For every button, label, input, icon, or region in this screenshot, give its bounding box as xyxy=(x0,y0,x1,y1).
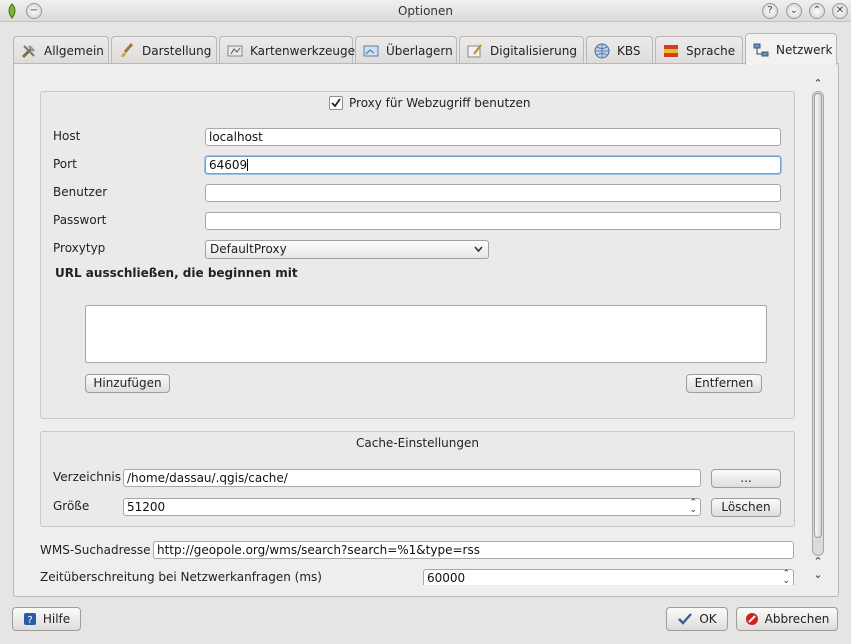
tab-netzwerk[interactable]: Netzwerk xyxy=(745,33,837,65)
cancel-button-label: Abbrechen xyxy=(764,612,830,626)
title-bar: − Optionen ? ⌄ ⌃ ✕ xyxy=(0,0,851,22)
port-input[interactable]: 64609 xyxy=(205,156,781,174)
password-label: Passwort xyxy=(53,213,107,227)
tab-label: Netzwerk xyxy=(776,42,833,57)
globe-icon xyxy=(594,43,610,58)
window-title: Optionen xyxy=(397,4,454,18)
minimize-button[interactable]: ⌄ xyxy=(786,3,802,19)
exclude-urls-list[interactable] xyxy=(85,305,767,363)
tab-allgemein[interactable]: Allgemein xyxy=(13,36,109,64)
ok-button[interactable]: OK xyxy=(666,607,728,631)
network-timeout-value: 60000 xyxy=(427,571,466,585)
proxy-enable-checkbox[interactable] xyxy=(329,96,343,110)
scroll-thumb[interactable] xyxy=(814,93,822,538)
spinner-arrows-icon[interactable]: ⌃ ⌄ xyxy=(689,499,697,515)
cache-dir-input[interactable]: /home/dassau/.qgis/cache/ xyxy=(123,469,701,487)
map-tools-icon xyxy=(227,45,243,56)
maximize-button[interactable]: ⌃ xyxy=(809,3,825,19)
tab-digitalisierung[interactable]: Digitalisierung xyxy=(459,36,584,64)
context-help-button[interactable]: ? xyxy=(762,3,778,19)
scroll-up-icon[interactable]: ⌃ xyxy=(809,77,827,91)
user-label: Benutzer xyxy=(53,185,108,199)
proxy-enable-label: Proxy für Webzugriff benutzen xyxy=(349,96,531,110)
cache-group: Cache-Einstellungen Verzeichnis /home/da… xyxy=(40,431,795,527)
chevron-down-icon xyxy=(474,246,483,253)
text-caret xyxy=(247,159,249,171)
tab-label: Kartenwerkzeuge xyxy=(250,43,356,58)
cache-dir-label: Verzeichnis xyxy=(53,470,122,484)
host-input[interactable]: localhost xyxy=(205,128,781,146)
network-timeout-spinbox[interactable]: 60000 ⌃ ⌄ xyxy=(423,569,794,585)
tab-darstellung[interactable]: Darstellung xyxy=(111,36,217,64)
tab-label: Darstellung xyxy=(142,43,212,58)
scroll-down-icon[interactable]: ⌄ xyxy=(809,568,827,582)
cache-size-label: Größe xyxy=(53,499,90,513)
help-button-label: Hilfe xyxy=(42,612,71,626)
wms-search-input[interactable]: http://geopole.org/wms/search?search=%1&… xyxy=(153,541,794,559)
cancel-button[interactable]: Abbrechen xyxy=(736,607,838,631)
tab-ueberlagern[interactable]: Überlagern xyxy=(355,36,457,64)
proxy-type-select[interactable]: DefaultProxy xyxy=(205,240,489,259)
proxy-type-label: Proxytyp xyxy=(53,241,106,255)
overlay-icon xyxy=(363,45,379,56)
tab-label: Allgemein xyxy=(44,43,104,58)
user-input[interactable] xyxy=(205,184,781,202)
svg-text:?: ? xyxy=(27,615,32,626)
network-timeout-label: Zeitüberschreitung bei Netzwerkanfragen … xyxy=(40,570,322,584)
ok-button-label: OK xyxy=(699,612,717,626)
scroll-up-icon[interactable]: ⌃ xyxy=(809,555,827,569)
digitize-icon xyxy=(467,43,482,57)
password-input[interactable] xyxy=(205,212,781,230)
browse-cache-dir-button[interactable]: ... xyxy=(711,469,781,488)
clear-cache-button[interactable]: Löschen xyxy=(711,498,781,517)
remove-url-button[interactable]: Entfernen xyxy=(686,374,762,393)
proxy-group: Proxy für Webzugriff benutzen Host local… xyxy=(40,91,795,419)
host-label: Host xyxy=(53,129,81,143)
tab-label: KBS xyxy=(617,43,641,58)
cache-size-spinbox[interactable]: 51200 ⌃ ⌄ xyxy=(123,498,701,516)
add-url-button[interactable]: Hinzufügen xyxy=(85,374,170,393)
port-label: Port xyxy=(53,157,77,171)
tab-label: Überlagern xyxy=(386,43,453,58)
cache-size-value: 51200 xyxy=(127,500,166,514)
help-button[interactable]: ? Hilfe xyxy=(12,607,81,631)
tab-label: Sprache xyxy=(686,43,736,58)
close-button[interactable]: ✕ xyxy=(832,3,848,19)
help-icon: ? xyxy=(23,613,36,626)
checkmark-icon xyxy=(678,613,693,625)
cancel-icon xyxy=(745,613,758,625)
checkmark-icon xyxy=(331,98,341,108)
vertical-scrollbar[interactable]: ⌃ ⌃ ⌄ xyxy=(809,75,827,585)
port-value: 64609 xyxy=(209,158,248,172)
tab-sprache[interactable]: Sprache xyxy=(655,36,743,64)
wms-search-label: WMS-Suchadresse xyxy=(40,543,151,557)
tab-kbs[interactable]: KBS xyxy=(586,36,653,64)
spinner-arrows-icon[interactable]: ⌃ ⌄ xyxy=(782,570,790,586)
network-settings-scroll-area: Proxy für Webzugriff benutzen Host local… xyxy=(28,75,809,585)
proxy-type-value: DefaultProxy xyxy=(210,242,287,256)
scroll-track[interactable] xyxy=(812,91,824,556)
brush-icon xyxy=(121,42,134,57)
cache-group-title: Cache-Einstellungen xyxy=(356,436,479,450)
flag-icon xyxy=(664,44,678,57)
tools-icon xyxy=(21,44,35,58)
network-icon xyxy=(753,43,769,56)
tab-kartenwerkzeuge[interactable]: Kartenwerkzeuge xyxy=(219,36,356,64)
exclude-urls-label: URL ausschließen, die beginnen mit xyxy=(55,266,298,280)
tab-label: Digitalisierung xyxy=(490,43,577,58)
